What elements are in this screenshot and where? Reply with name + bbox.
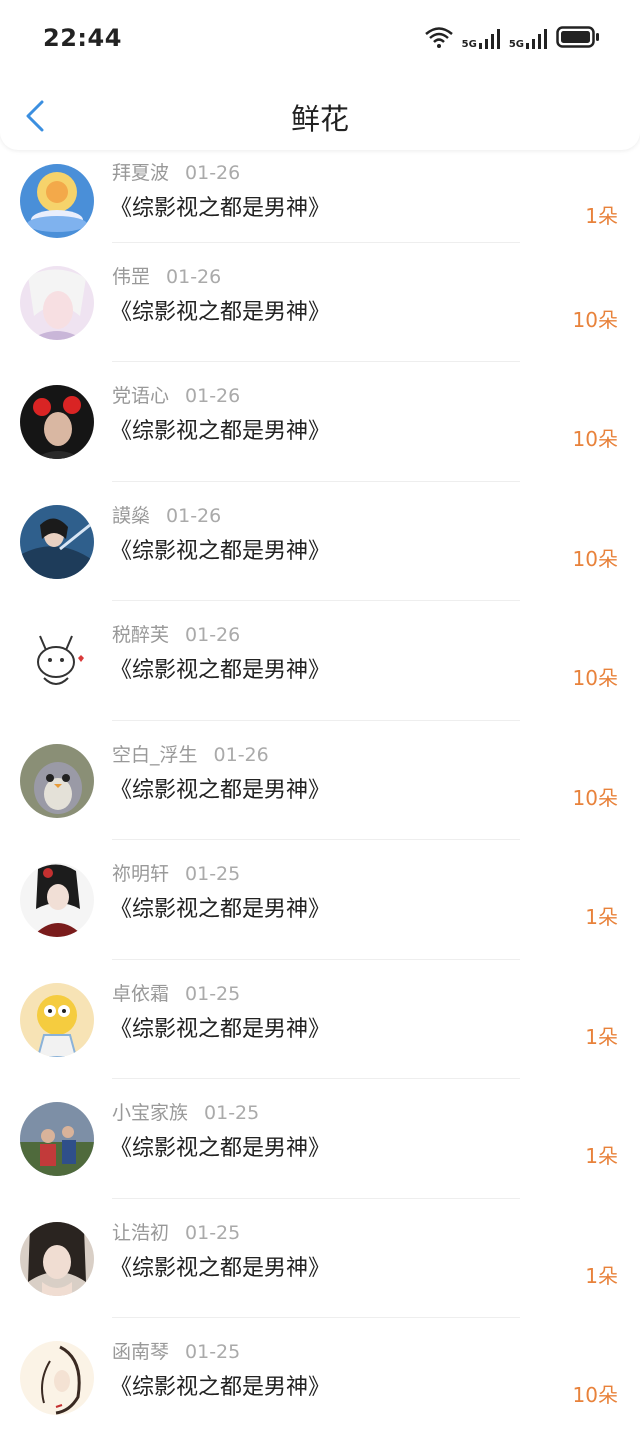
list-item[interactable]: 党语心 01-26 《综影视之都是男神》 10朵 <box>0 361 640 481</box>
flower-count: 10朵 <box>572 547 618 571</box>
divider <box>112 720 520 721</box>
avatar[interactable] <box>20 266 94 340</box>
wifi-icon <box>424 25 454 53</box>
signal-5g-icon: 5G <box>509 28 548 50</box>
flower-count: 10朵 <box>572 786 618 810</box>
status-time: 22:44 <box>43 24 122 52</box>
book-title[interactable]: 《综影视之都是男神》 <box>110 1369 330 1401</box>
avatar[interactable] <box>20 983 94 1057</box>
list-item[interactable]: 函南琴 01-25 《综影视之都是男神》 10朵 <box>0 1317 640 1437</box>
date: 01-26 <box>166 266 222 288</box>
date: 01-25 <box>185 1222 241 1244</box>
flower-count: 1朵 <box>585 1264 618 1288</box>
divider <box>112 481 520 482</box>
avatar[interactable] <box>20 385 94 459</box>
date: 01-26 <box>185 624 241 646</box>
avatar[interactable] <box>20 505 94 579</box>
list-item[interactable]: 卓依霜 01-25 《综影视之都是男神》 1朵 <box>0 959 640 1079</box>
flower-count: 10朵 <box>572 666 618 690</box>
avatar[interactable] <box>20 164 94 238</box>
item-meta: 卓依霜 01-25 <box>112 979 240 1006</box>
divider <box>112 1317 520 1318</box>
item-meta: 税醉芙 01-26 <box>112 620 240 647</box>
item-meta: 祢明轩 01-25 <box>112 859 240 886</box>
flower-count: 1朵 <box>585 204 618 228</box>
username[interactable]: 祢明轩 <box>112 863 169 885</box>
item-meta: 拜夏波 01-26 <box>112 158 240 185</box>
username[interactable]: 小宝家族 <box>112 1102 188 1124</box>
date: 01-25 <box>185 863 241 885</box>
signal-5g-icon: 5G <box>462 28 501 50</box>
list-item[interactable]: 拜夏波 01-26 《综影视之都是男神》 1朵 <box>0 138 640 258</box>
status-bar: 22:44 5G 5G <box>0 0 640 78</box>
date: 01-26 <box>185 162 241 184</box>
username[interactable]: 卓依霜 <box>112 983 169 1005</box>
item-meta: 謨燊 01-26 <box>112 501 221 528</box>
book-title[interactable]: 《综影视之都是男神》 <box>110 294 330 326</box>
book-title[interactable]: 《综影视之都是男神》 <box>110 772 330 804</box>
username[interactable]: 税醉芙 <box>112 624 169 646</box>
book-title[interactable]: 《综影视之都是男神》 <box>110 533 330 565</box>
avatar[interactable] <box>20 1222 94 1296</box>
network-label: 5G <box>461 39 477 50</box>
list-item[interactable]: 税醉芙 01-26 《综影视之都是男神》 10朵 <box>0 600 640 720</box>
avatar[interactable] <box>20 624 94 698</box>
list-item[interactable]: 小宝家族 01-25 《综影视之都是男神》 1朵 <box>0 1078 640 1198</box>
network-label: 5G <box>508 39 524 50</box>
book-title[interactable]: 《综影视之都是男神》 <box>110 413 330 445</box>
list-item[interactable]: 祢明轩 01-25 《综影视之都是男神》 1朵 <box>0 839 640 959</box>
date: 01-25 <box>185 983 241 1005</box>
avatar[interactable] <box>20 863 94 937</box>
book-title[interactable]: 《综影视之都是男神》 <box>110 1130 330 1162</box>
item-meta: 伟罡 01-26 <box>112 262 221 289</box>
divider <box>112 600 520 601</box>
list-item[interactable]: 謨燊 01-26 《综影视之都是男神》 10朵 <box>0 481 640 601</box>
username[interactable]: 謨燊 <box>112 505 150 527</box>
avatar[interactable] <box>20 1102 94 1176</box>
flower-count: 10朵 <box>572 308 618 332</box>
divider <box>112 839 520 840</box>
username[interactable]: 党语心 <box>112 385 169 407</box>
item-meta: 让浩初 01-25 <box>112 1218 240 1245</box>
app-header: 22:44 5G 5G 鲜花 <box>0 0 640 150</box>
item-meta: 函南琴 01-25 <box>112 1337 240 1364</box>
divider <box>112 1198 520 1199</box>
flower-count: 10朵 <box>572 427 618 451</box>
status-icons: 5G 5G <box>424 25 600 53</box>
date: 01-25 <box>185 1341 241 1363</box>
list-item[interactable]: 让浩初 01-25 《综影视之都是男神》 1朵 <box>0 1198 640 1318</box>
battery-icon <box>556 25 600 53</box>
divider <box>112 1078 520 1079</box>
avatar[interactable] <box>20 1341 94 1415</box>
date: 01-26 <box>213 744 269 766</box>
list-item[interactable]: 伟罡 01-26 《综影视之都是男神》 10朵 <box>0 242 640 362</box>
book-title[interactable]: 《综影视之都是男神》 <box>110 652 330 684</box>
date: 01-26 <box>185 385 241 407</box>
list-item[interactable]: 空白_浮生 01-26 《综影视之都是男神》 10朵 <box>0 720 640 840</box>
divider <box>112 242 520 243</box>
nav-bar: 鲜花 <box>0 82 640 150</box>
flower-count: 1朵 <box>585 905 618 929</box>
username[interactable]: 函南琴 <box>112 1341 169 1363</box>
divider <box>112 361 520 362</box>
item-meta: 小宝家族 01-25 <box>112 1098 259 1125</box>
item-meta: 空白_浮生 01-26 <box>112 740 269 767</box>
book-title[interactable]: 《综影视之都是男神》 <box>110 1250 330 1282</box>
book-title[interactable]: 《综影视之都是男神》 <box>110 190 330 222</box>
flower-count: 1朵 <box>585 1025 618 1049</box>
username[interactable]: 拜夏波 <box>112 162 169 184</box>
username[interactable]: 伟罡 <box>112 266 150 288</box>
flower-count: 10朵 <box>572 1383 618 1407</box>
username[interactable]: 让浩初 <box>112 1222 169 1244</box>
date: 01-26 <box>166 505 222 527</box>
divider <box>112 959 520 960</box>
book-title[interactable]: 《综影视之都是男神》 <box>110 1011 330 1043</box>
avatar[interactable] <box>20 744 94 818</box>
flower-count: 1朵 <box>585 1144 618 1168</box>
username[interactable]: 空白_浮生 <box>112 744 198 766</box>
date: 01-25 <box>204 1102 260 1124</box>
book-title[interactable]: 《综影视之都是男神》 <box>110 891 330 923</box>
item-meta: 党语心 01-26 <box>112 381 240 408</box>
page-title: 鲜花 <box>290 102 349 136</box>
